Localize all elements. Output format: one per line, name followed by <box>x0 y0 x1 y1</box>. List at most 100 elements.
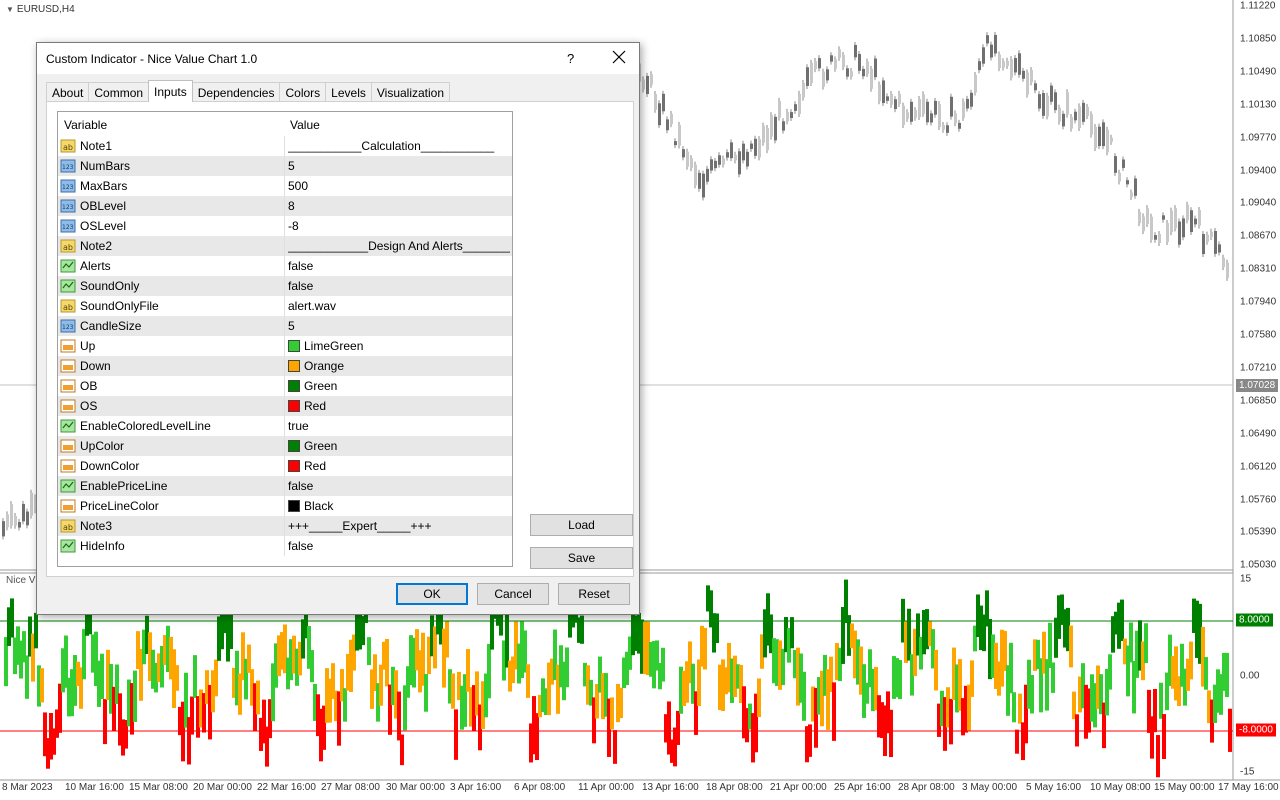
input-row-candlesize[interactable]: 123 CandleSize 5 <box>58 316 512 336</box>
variable-value[interactable]: false <box>288 259 510 273</box>
variable-value[interactable]: alert.wav <box>288 299 510 313</box>
candle-body <box>1154 235 1157 240</box>
input-row-enablepriceline[interactable]: EnablePriceLine false <box>58 476 512 496</box>
chevron-down-icon[interactable]: ▼ <box>6 5 14 14</box>
input-row-soundonly[interactable]: SoundOnly false <box>58 276 512 296</box>
tab-about[interactable]: About <box>46 82 90 102</box>
variable-name: Up <box>80 339 96 353</box>
candle-body <box>886 96 889 101</box>
variable-value[interactable]: Green <box>288 439 510 453</box>
input-row-maxbars[interactable]: 123 MaxBars 500 <box>58 176 512 196</box>
input-row-hideinfo[interactable]: HideInfo false <box>58 536 512 556</box>
dialog-title: Custom Indicator - Nice Value Chart 1.0 <box>46 52 258 66</box>
help-button[interactable]: ? <box>567 51 574 66</box>
indicator-bar <box>757 678 761 718</box>
candle-body <box>1038 94 1041 109</box>
candle-body <box>1162 215 1165 220</box>
indicator-bar <box>619 687 623 719</box>
variable-value[interactable]: false <box>288 479 510 493</box>
indicator-bar <box>1228 708 1232 752</box>
input-row-downcolor[interactable]: DownColor Red <box>58 456 512 476</box>
date-axis-label: 10 Mar 16:00 <box>65 782 124 793</box>
variable-value[interactable]: Green <box>288 379 510 393</box>
variable-value[interactable]: 8 <box>288 199 510 213</box>
variable-value[interactable]: Black <box>288 499 510 513</box>
candle-body <box>30 492 33 516</box>
column-divider <box>284 336 285 356</box>
indicator-bar <box>889 709 893 758</box>
input-row-soundonlyfile[interactable]: ab SoundOnlyFile alert.wav <box>58 296 512 316</box>
variable-value[interactable]: true <box>288 419 510 433</box>
candle-body <box>1146 208 1149 224</box>
indicator-bar <box>1162 714 1166 759</box>
close-icon[interactable] <box>611 49 627 65</box>
input-row-os[interactable]: OS Red <box>58 396 512 416</box>
input-row-alerts[interactable]: Alerts false <box>58 256 512 276</box>
save-button[interactable]: Save <box>530 547 633 569</box>
indicator-bar <box>1144 623 1148 664</box>
column-divider <box>284 196 285 216</box>
input-row-oblevel[interactable]: 123 OBLevel 8 <box>58 196 512 216</box>
input-row-oslevel[interactable]: 123 OSLevel -8 <box>58 216 512 236</box>
input-row-upcolor[interactable]: UpColor Green <box>58 436 512 456</box>
variable-value[interactable]: +++_____Expert_____+++ <box>288 519 510 533</box>
column-header-value[interactable]: Value <box>290 118 320 132</box>
variable-value[interactable]: Red <box>288 399 510 413</box>
ok-button[interactable]: OK <box>396 583 468 605</box>
custom-indicator-dialog: Custom Indicator - Nice Value Chart 1.0 … <box>36 42 640 615</box>
tab-colors[interactable]: Colors <box>279 82 327 102</box>
variable-value[interactable]: 5 <box>288 319 510 333</box>
variable-value[interactable]: false <box>288 279 510 293</box>
tab-inputs[interactable]: Inputs <box>148 80 193 102</box>
value-text: -8 <box>288 219 299 233</box>
variable-value[interactable]: 500 <box>288 179 510 193</box>
candle-body <box>726 152 729 158</box>
cancel-button[interactable]: Cancel <box>477 583 549 605</box>
boolean-type-icon <box>60 478 76 494</box>
candle-body <box>1178 221 1181 245</box>
candle-body <box>646 75 649 95</box>
input-row-up[interactable]: Up LimeGreen <box>58 336 512 356</box>
candle-body <box>722 158 725 165</box>
indicator-bar <box>505 614 509 668</box>
variable-value[interactable]: 5 <box>288 159 510 173</box>
variable-value[interactable]: false <box>288 539 510 553</box>
input-row-note2[interactable]: ab Note2 ____________Design And Alerts____… <box>58 236 512 256</box>
indicator-bar <box>397 691 401 741</box>
variable-value[interactable]: -8 <box>288 219 510 233</box>
tab-dependencies[interactable]: Dependencies <box>191 82 281 102</box>
candle-body <box>706 168 709 182</box>
inputs-grid: Variable Value ab Note1 ___________Calcula… <box>57 111 513 567</box>
input-row-ob[interactable]: OB Green <box>58 376 512 396</box>
tab-visualization[interactable]: Visualization <box>370 82 451 102</box>
dialog-titlebar[interactable]: Custom Indicator - Nice Value Chart 1.0 … <box>37 43 639 74</box>
candle-body <box>1122 159 1125 168</box>
variable-value[interactable]: Orange <box>288 359 510 373</box>
variable-name: Note2 <box>80 239 113 253</box>
column-header-variable[interactable]: Variable <box>64 118 107 132</box>
reset-button[interactable]: Reset <box>558 583 630 605</box>
variable-value[interactable]: ___________Calculation___________ <box>288 139 510 153</box>
indicator-bar <box>103 699 107 745</box>
candle-body <box>6 514 9 528</box>
variable-value[interactable]: LimeGreen <box>288 339 510 353</box>
indicator-bar <box>1108 654 1112 690</box>
input-row-note1[interactable]: ab Note1 ___________Calculation___________ <box>58 136 512 156</box>
input-row-enablecoloredlevelline[interactable]: EnableColoredLevelLine true <box>58 416 512 436</box>
load-button[interactable]: Load <box>530 514 633 536</box>
input-row-down[interactable]: Down Orange <box>58 356 512 376</box>
variable-value[interactable]: ____________Design And Alerts__________.… <box>288 239 510 253</box>
input-row-pricelinecolor[interactable]: PriceLineColor Black <box>58 496 512 516</box>
candle-body <box>938 104 941 128</box>
date-axis-label: 10 May 08:00 <box>1090 782 1151 793</box>
variable-value[interactable]: Red <box>288 459 510 473</box>
input-row-numbars[interactable]: 123 NumBars 5 <box>58 156 512 176</box>
svg-text:123: 123 <box>62 324 74 331</box>
indicator-bar <box>934 649 938 691</box>
column-divider <box>284 516 285 536</box>
tab-common[interactable]: Common <box>88 82 150 102</box>
boolean-type-icon <box>60 418 76 434</box>
input-row-note3[interactable]: ab Note3 +++_____Expert_____+++ <box>58 516 512 536</box>
value-text: Green <box>304 379 338 393</box>
tab-levels[interactable]: Levels <box>325 82 372 102</box>
